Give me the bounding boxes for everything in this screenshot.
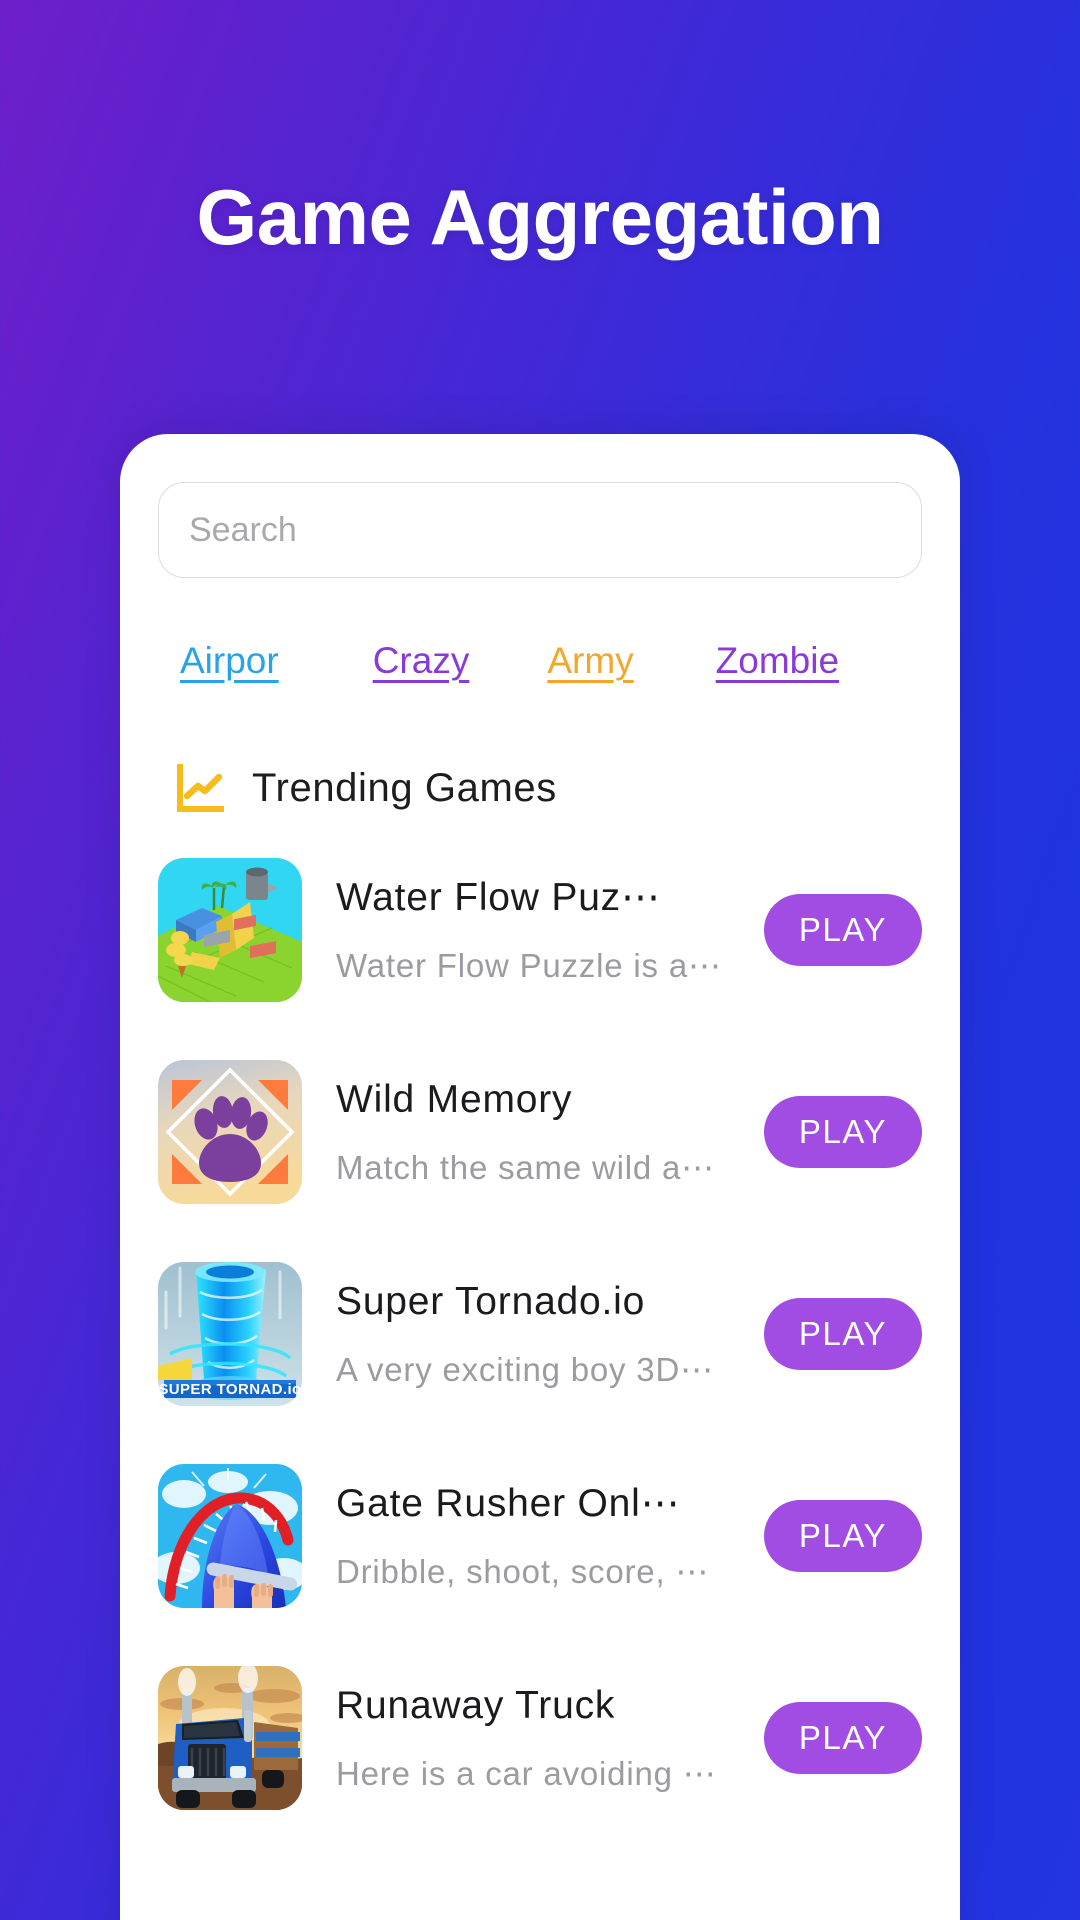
content-card: Airpor Crazy Army Zombie Trending Games [120, 434, 960, 1920]
game-meta: Wild Memory Match the same wild a⋯ [302, 1076, 764, 1188]
game-list-item[interactable]: Water Flow Puz⋯ Water Flow Puzzle is a⋯ … [158, 848, 922, 1012]
search-section [158, 434, 922, 578]
wild-memory-thumb[interactable] [158, 1060, 302, 1204]
game-title: Water Flow Puz⋯ [336, 876, 661, 919]
trending-games-list: Water Flow Puz⋯ Water Flow Puzzle is a⋯ … [158, 812, 922, 1820]
game-list-item[interactable]: SUPER TORNAD.io Super Tornado.io A very … [158, 1252, 922, 1416]
game-title: Wild Memory [336, 1078, 573, 1121]
game-list-item[interactable]: Wild Memory Match the same wild a⋯ PLAY [158, 1050, 922, 1214]
game-description: Dribble, shoot, score, ⋯ [336, 1552, 710, 1590]
play-button[interactable]: PLAY [764, 1500, 922, 1572]
category-link-zombie[interactable]: Zombie [716, 640, 839, 682]
game-description: Water Flow Puzzle is a⋯ [336, 946, 722, 984]
category-link-army[interactable]: Army [547, 640, 633, 682]
water-flow-puzzle-thumb[interactable] [158, 858, 302, 1002]
trending-chart-icon [176, 764, 225, 812]
play-button[interactable]: PLAY [764, 1298, 922, 1370]
page-title: Game Aggregation [196, 173, 884, 261]
play-button[interactable]: PLAY [764, 1096, 922, 1168]
runaway-truck-thumb[interactable] [158, 1666, 302, 1810]
game-list-item[interactable]: Runaway Truck Here is a car avoiding ⋯ P… [158, 1656, 922, 1820]
game-title: Runaway Truck [336, 1684, 616, 1727]
trending-section-header: Trending Games [158, 682, 922, 812]
thumb-badge-text: SUPER TORNAD.io [158, 1381, 301, 1398]
category-link-airpor[interactable]: Airpor [180, 640, 279, 682]
search-input[interactable] [158, 482, 922, 578]
game-title: Super Tornado.io [336, 1280, 646, 1323]
game-meta: Water Flow Puz⋯ Water Flow Puzzle is a⋯ [302, 874, 764, 986]
play-button[interactable]: PLAY [764, 1702, 922, 1774]
game-meta: Super Tornado.io A very exciting boy 3D⋯ [302, 1278, 764, 1390]
category-link-crazy[interactable]: Crazy [373, 640, 470, 682]
game-list-item[interactable]: Gate Rusher Onl⋯ Dribble, shoot, score, … [158, 1454, 922, 1618]
game-title: Gate Rusher Onl⋯ [336, 1482, 681, 1525]
category-links: Airpor Crazy Army Zombie [158, 578, 922, 682]
super-tornado-thumb[interactable]: SUPER TORNAD.io [158, 1262, 302, 1406]
game-description: Here is a car avoiding ⋯ [336, 1754, 717, 1792]
game-description: A very exciting boy 3D⋯ [336, 1350, 714, 1388]
play-button[interactable]: PLAY [764, 894, 922, 966]
gate-rusher-thumb[interactable] [158, 1464, 302, 1608]
game-description: Match the same wild a⋯ [336, 1148, 715, 1186]
game-meta: Gate Rusher Onl⋯ Dribble, shoot, score, … [302, 1480, 764, 1592]
game-meta: Runaway Truck Here is a car avoiding ⋯ [302, 1682, 764, 1794]
section-title: Trending Games [252, 765, 557, 810]
hero-banner: Game Aggregation [0, 0, 1080, 256]
